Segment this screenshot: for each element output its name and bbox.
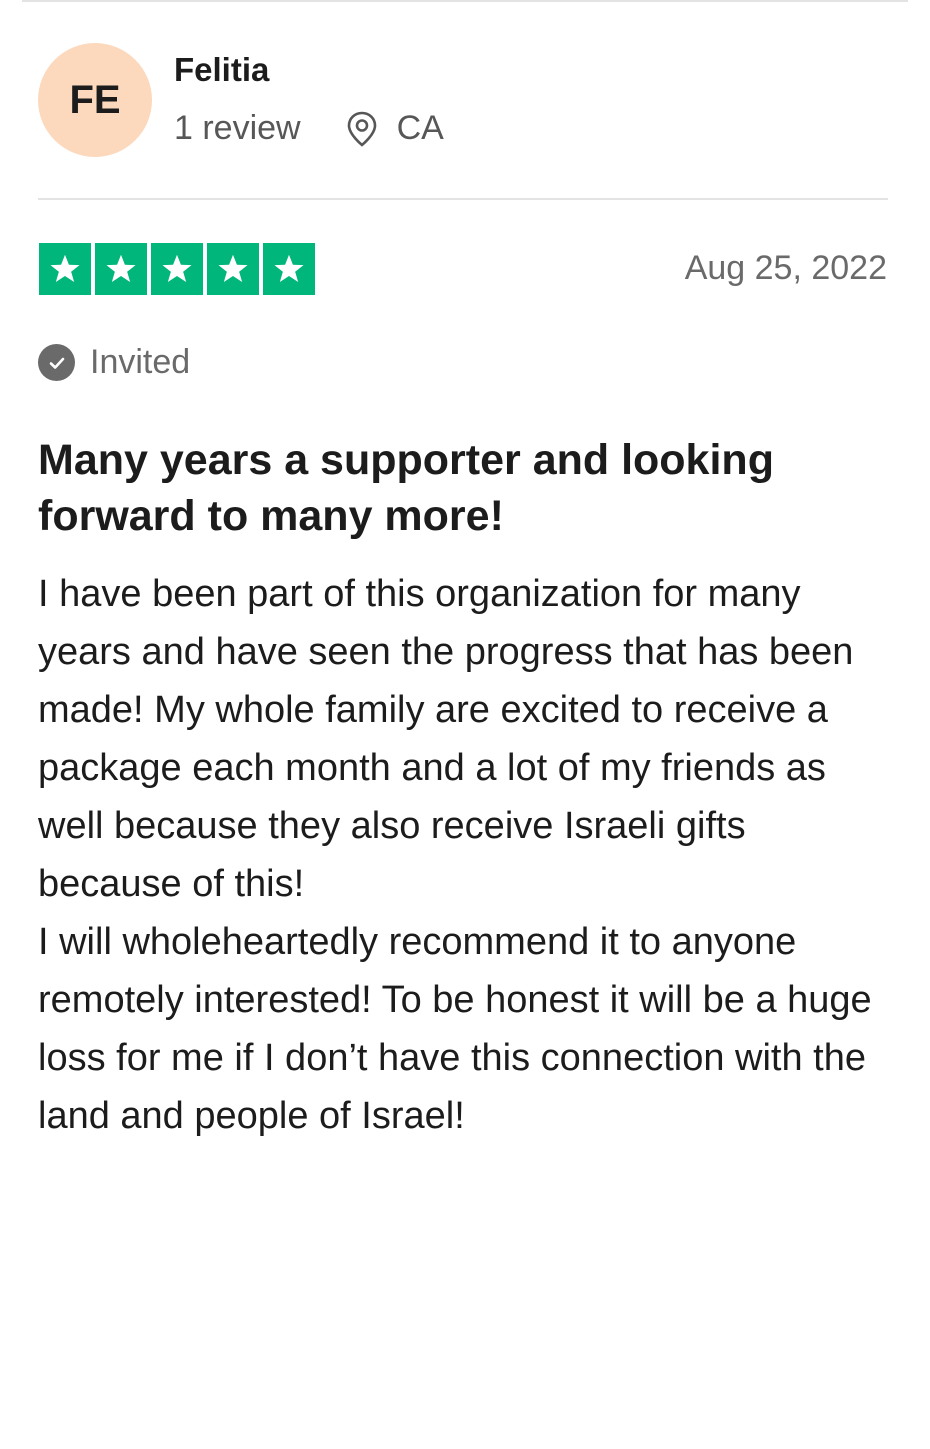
- review-body: I have been part of this organization fo…: [38, 565, 898, 1145]
- invited-label: Invited: [90, 343, 191, 381]
- location-pin-icon: [347, 111, 376, 147]
- checkmark-icon: [38, 344, 75, 381]
- avatar-initials: FE: [69, 77, 121, 122]
- avatar[interactable]: FE: [38, 43, 152, 157]
- star-icon: [95, 243, 147, 295]
- review-paragraph: I have been part of this organization fo…: [38, 573, 854, 905]
- review-count: 1 review: [174, 109, 301, 147]
- review-title[interactable]: Many years a supporter and looking forwa…: [38, 432, 888, 544]
- invited-badge[interactable]: Invited: [38, 343, 190, 382]
- top-divider: [22, 0, 908, 2]
- section-divider: [38, 198, 888, 200]
- reviewer-location: CA: [345, 109, 444, 148]
- location-label: CA: [396, 109, 444, 147]
- star-icon: [207, 243, 259, 295]
- star-icon: [151, 243, 203, 295]
- star-rating: [39, 243, 315, 295]
- reviewer-header: FE Felitia 1 review CA: [38, 43, 888, 158]
- star-icon: [263, 243, 315, 295]
- review-paragraph: I will wholeheartedly recommend it to an…: [38, 921, 872, 1137]
- reviewer-meta: 1 review CA: [174, 109, 444, 148]
- review-date: Aug 25, 2022: [684, 249, 887, 287]
- star-icon: [39, 243, 91, 295]
- reviewer-name[interactable]: Felitia: [174, 51, 269, 89]
